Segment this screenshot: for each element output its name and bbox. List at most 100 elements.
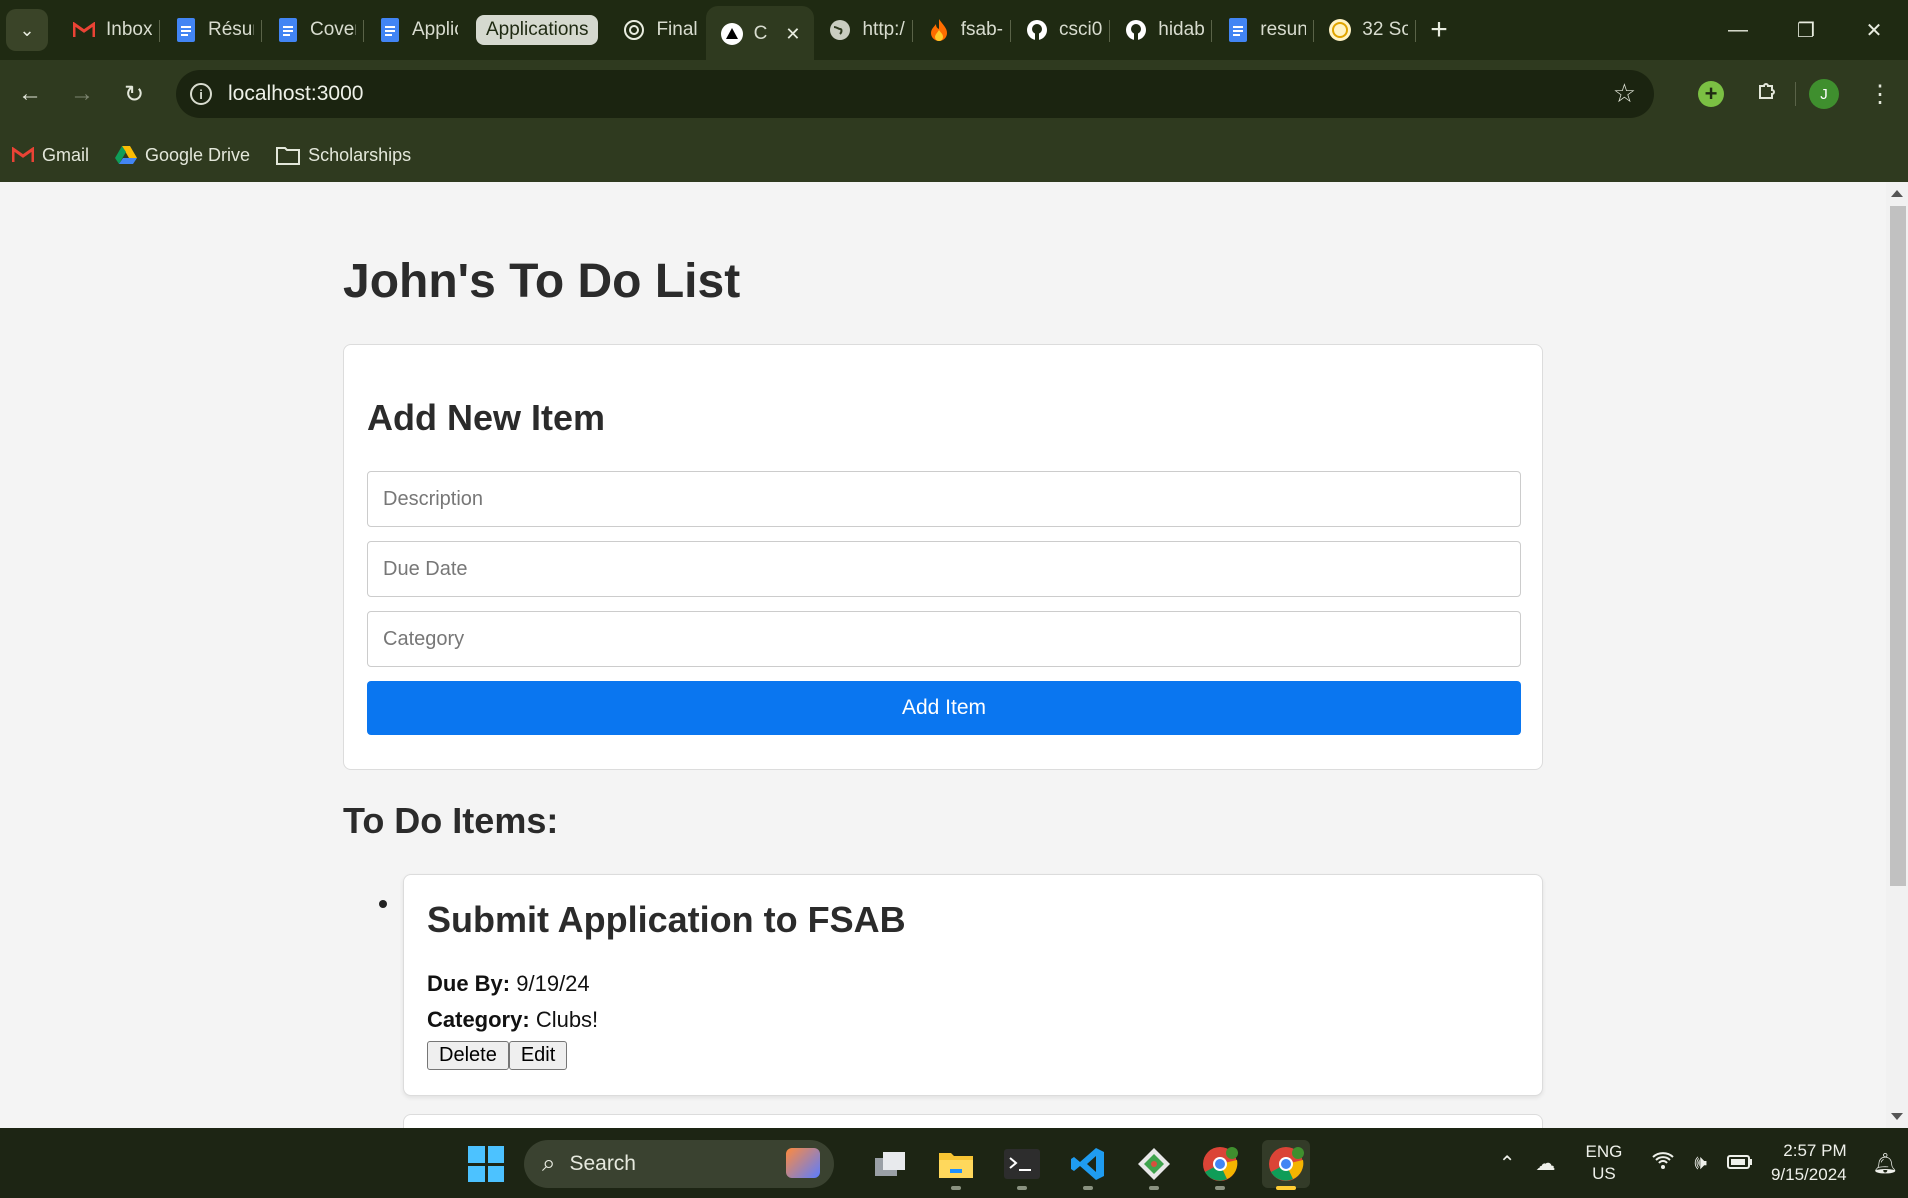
forward-button[interactable]: → <box>60 72 104 116</box>
clock[interactable]: 2:57 PM 9/15/2024 <box>1771 1139 1847 1187</box>
bitcoin-icon <box>1328 18 1352 42</box>
reload-icon: ↻ <box>123 80 145 108</box>
chrome-icon <box>1269 1147 1304 1181</box>
running-indicator <box>1215 1186 1225 1190</box>
tab-title: csci0 <box>1058 19 1103 40</box>
chevron-up-icon[interactable]: ⌃ <box>1499 1151 1516 1176</box>
tab-title: C <box>753 23 768 44</box>
tab-fsab[interactable]: fsab- <box>913 0 1012 60</box>
tab-csci[interactable]: csci0 <box>1011 0 1111 60</box>
terminal-button[interactable] <box>998 1140 1046 1190</box>
arrow-left-icon: ← <box>18 80 42 107</box>
windows-start-icon[interactable] <box>468 1146 504 1182</box>
running-indicator <box>1276 1186 1296 1190</box>
task-view-button[interactable] <box>866 1140 914 1188</box>
clock-time: 2:57 PM <box>1783 1141 1847 1160</box>
tab-final[interactable]: Final <box>608 0 705 60</box>
edit-button[interactable]: Edit <box>508 1041 568 1070</box>
nextjs-icon <box>720 22 744 46</box>
new-tab-button[interactable]: + <box>1430 13 1448 47</box>
search-label: Search <box>569 1152 636 1175</box>
wifi-icon[interactable] <box>1652 1151 1675 1175</box>
tab-active[interactable]: C ✕ <box>705 6 815 62</box>
docs-icon <box>276 18 300 42</box>
running-indicator <box>1083 1186 1093 1190</box>
firebase-icon <box>927 18 951 42</box>
github-icon <box>1025 18 1049 42</box>
tab-32so[interactable]: 32 So <box>1314 0 1417 60</box>
docs-icon <box>174 18 198 42</box>
due-value: 9/19/24 <box>516 971 590 996</box>
chrome-active-button[interactable] <box>1262 1140 1310 1190</box>
gmail-icon <box>12 147 34 163</box>
close-icon[interactable]: ✕ <box>785 24 800 45</box>
bookmark-google-drive[interactable]: Google Drive <box>115 145 250 166</box>
restore-button[interactable]: ❐ <box>1772 0 1840 60</box>
tab-hidab[interactable]: hidab <box>1110 0 1213 60</box>
scrollbar[interactable] <box>1886 182 1908 1128</box>
git-icon <box>1138 1148 1170 1180</box>
tab-search-button[interactable]: ⌄ <box>6 9 48 51</box>
onedrive-icon[interactable]: ☁ <box>1536 1151 1556 1176</box>
close-window-button[interactable]: ✕ <box>1840 0 1908 60</box>
menu-button[interactable]: ⋮ <box>1852 80 1908 109</box>
bookmarks-bar: Gmail Google Drive Scholarships <box>0 128 1908 182</box>
due-date-input[interactable] <box>367 541 1521 597</box>
delete-button[interactable]: Delete <box>427 1041 509 1070</box>
todo-title: Submit Application to FSAB <box>427 899 906 940</box>
extensions-button[interactable] <box>1739 79 1795 110</box>
language-indicator[interactable]: ENG US <box>1586 1141 1623 1185</box>
category-input[interactable] <box>367 611 1521 667</box>
add-item-button[interactable]: Add Item <box>367 681 1521 735</box>
scrollbar-thumb[interactable] <box>1890 206 1906 886</box>
running-indicator <box>1149 1186 1159 1190</box>
tab-group-chip[interactable]: Applications <box>476 15 599 45</box>
battery-icon[interactable] <box>1726 1152 1753 1175</box>
todo-item: Submit Application to FSAB Due By: 9/19/… <box>403 874 1543 1096</box>
taskbar: ⌕ Search ⌃ ☁ ENG US 🕪 2:57 PM 9/15/2024 … <box>0 1128 1908 1198</box>
tab-title: fsab- <box>960 19 1003 40</box>
tab-resume-2[interactable]: resun <box>1212 0 1315 60</box>
tab-title: hidab <box>1158 19 1205 40</box>
description-input[interactable] <box>367 471 1521 527</box>
reload-button[interactable]: ↻ <box>112 72 156 116</box>
terminal-icon <box>1004 1149 1040 1179</box>
chevron-down-icon: ⌄ <box>19 19 35 40</box>
drive-icon <box>115 145 138 165</box>
tab-applic[interactable]: Applic <box>364 0 466 60</box>
list-bullet <box>379 900 387 908</box>
scroll-down-arrow-icon[interactable] <box>1891 1113 1903 1120</box>
bookmark-gmail[interactable]: Gmail <box>12 145 89 166</box>
tab-title: resun <box>1260 19 1307 40</box>
todo-category-row: Category: Clubs! <box>427 1007 598 1033</box>
url-text[interactable]: localhost:3000 <box>228 82 363 106</box>
add-item-heading: Add New Item <box>367 397 606 438</box>
tab-inbox[interactable]: Inbox <box>58 0 160 60</box>
tab-resume[interactable]: Résumé <box>160 0 262 60</box>
tab-strip: ⌄ Inbox Résumé Cover Applic Applic <box>0 0 1908 62</box>
scroll-up-arrow-icon[interactable] <box>1891 190 1903 197</box>
taskbar-search[interactable]: ⌕ Search <box>524 1140 834 1188</box>
back-button[interactable]: ← <box>8 72 52 116</box>
info-icon[interactable]: i <box>190 83 212 105</box>
extension-button[interactable]: + <box>1683 81 1739 107</box>
chrome-profile-button[interactable] <box>1196 1140 1244 1190</box>
git-client-button[interactable] <box>1130 1140 1178 1190</box>
task-view-icon <box>875 1152 905 1176</box>
window-controls: — ❐ ✕ <box>1704 0 1908 60</box>
tab-http[interactable]: http:/ <box>814 0 913 60</box>
bookmark-scholarships[interactable]: Scholarships <box>276 145 411 166</box>
minimize-button[interactable]: — <box>1704 0 1772 60</box>
vscode-button[interactable] <box>1064 1140 1112 1190</box>
file-explorer-button[interactable] <box>932 1140 980 1190</box>
chatgpt-icon <box>622 18 646 42</box>
toolbar-right: + J ⋮ <box>1683 60 1908 128</box>
star-icon[interactable]: ☆ <box>1613 78 1636 109</box>
tab-cover[interactable]: Cover <box>262 0 364 60</box>
volume-icon[interactable]: 🕪 <box>1694 1152 1707 1175</box>
page-title: John's To Do List <box>343 255 741 308</box>
puzzle-icon <box>1755 79 1779 110</box>
notification-bell-icon[interactable]: 🔔︎ <box>1873 1151 1898 1176</box>
address-bar[interactable]: i localhost:3000 ☆ <box>176 70 1654 118</box>
profile-button[interactable]: J <box>1796 79 1852 109</box>
